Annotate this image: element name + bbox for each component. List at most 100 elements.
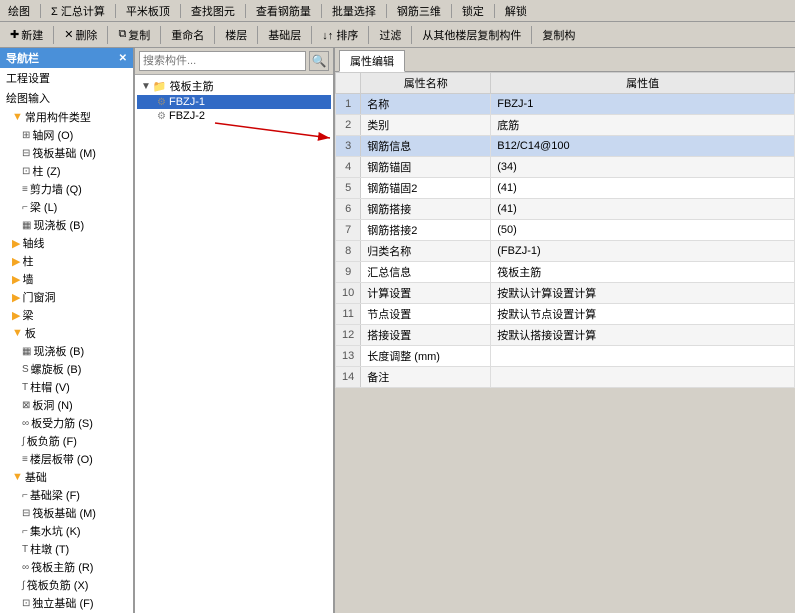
- new-icon: ✚: [10, 28, 19, 41]
- btn-new[interactable]: ✚ 新建: [4, 25, 49, 45]
- nav-category-foundation[interactable]: ▼ 基础: [0, 468, 133, 486]
- column-icon: ⊡: [22, 166, 30, 177]
- toolbar-flat-top[interactable]: 平米板顶: [122, 2, 174, 20]
- table-row[interactable]: 10计算设置按默认计算设置计算: [336, 283, 795, 304]
- tree-node-fbzj2[interactable]: ⚙ FBZJ-2: [137, 109, 331, 123]
- table-row[interactable]: 1名称FBZJ-1: [336, 94, 795, 115]
- second-toolbar: ✚ 新建 ✕ 删除 ⧉ 复制 重命名 楼层 基础层 ↓↑ 排序 过滤 从其他楼层…: [0, 22, 795, 48]
- row-num-cell: 1: [336, 94, 361, 115]
- tree-node-fbzj1[interactable]: ⚙ FBZJ-1: [137, 95, 331, 109]
- nav-category-common[interactable]: ▼ 常用构件类型: [0, 108, 133, 126]
- table-row[interactable]: 4钢筋锚固(34): [336, 157, 795, 178]
- table-row[interactable]: 2类别底筋: [336, 115, 795, 136]
- nav-item-cast-slab[interactable]: ▦ 现浇板 (B): [0, 342, 133, 360]
- table-row[interactable]: 9汇总信息筏板主筋: [336, 262, 795, 283]
- nav-section-drawing[interactable]: 绘图输入: [0, 88, 133, 108]
- prop-value-cell[interactable]: (FBZJ-1): [491, 241, 795, 262]
- tab-property-edit[interactable]: 属性编辑: [339, 50, 405, 72]
- row-num-cell: 2: [336, 115, 361, 136]
- comp-icon-1: ⚙: [157, 97, 166, 108]
- btn-delete[interactable]: ✕ 删除: [58, 25, 103, 45]
- btn-filter[interactable]: 过滤: [373, 25, 407, 45]
- prop-value-cell[interactable]: [491, 367, 795, 388]
- nav-item-cap[interactable]: T 柱帽 (V): [0, 378, 133, 396]
- prop-value-cell[interactable]: (41): [491, 178, 795, 199]
- btn-sort[interactable]: ↓↑ 排序: [316, 25, 364, 45]
- prop-value-cell[interactable]: 底筋: [491, 115, 795, 136]
- cast-slab-icon: ▦: [22, 346, 31, 357]
- toolbar-drawing[interactable]: 绘图: [4, 2, 34, 20]
- nav-item-floor-band[interactable]: ≡ 楼层板带 (O): [0, 450, 133, 468]
- table-row[interactable]: 14备注: [336, 367, 795, 388]
- nav-item-isolated-found[interactable]: ⊡ 独立基础 (F): [0, 594, 133, 612]
- middle-toolbar: 🔍: [135, 48, 333, 75]
- nav-category-beam2[interactable]: ▶ 梁: [0, 306, 133, 324]
- toolbar-calc[interactable]: Σ 汇总计算: [47, 2, 109, 20]
- tree-node-label-2: FBZJ-2: [169, 110, 205, 122]
- toolbar-rebar-3d[interactable]: 钢筋三维: [393, 2, 445, 20]
- row-num-cell: 12: [336, 325, 361, 346]
- nav-item-raft-found[interactable]: ⊟ 筏板基础 (M): [0, 504, 133, 522]
- table-row[interactable]: 3钢筋信息B12/C14@100: [336, 136, 795, 157]
- prop-value-cell[interactable]: 按默认计算设置计算: [491, 283, 795, 304]
- prop-value-cell[interactable]: 按默认节点设置计算: [491, 304, 795, 325]
- table-row[interactable]: 11节点设置按默认节点设置计算: [336, 304, 795, 325]
- prop-value-cell[interactable]: 筏板主筋: [491, 262, 795, 283]
- btn-copy[interactable]: ⧉ 复制: [112, 25, 156, 45]
- table-row[interactable]: 7钢筋搭接2(50): [336, 220, 795, 241]
- nav-item-raft[interactable]: ⊟ 筏板基础 (M): [0, 144, 133, 162]
- nav-item-slab-hole[interactable]: ⊠ 板洞 (N): [0, 396, 133, 414]
- row-num-cell: 5: [336, 178, 361, 199]
- btn-base-floor[interactable]: 基础层: [262, 25, 307, 45]
- prop-value-cell[interactable]: B12/C14@100: [491, 136, 795, 157]
- nav-item-beam[interactable]: ⌐ 梁 (L): [0, 198, 133, 216]
- btn-floor[interactable]: 楼层: [219, 25, 253, 45]
- found-beam-icon: ⌐: [22, 490, 28, 501]
- wall-folder-icon: ▶: [12, 273, 20, 286]
- nav-category-plate[interactable]: ▼ 板: [0, 324, 133, 342]
- nav-category-door[interactable]: ▶ 门窗洞: [0, 288, 133, 306]
- table-row[interactable]: 8归类名称(FBZJ-1): [336, 241, 795, 262]
- nav-item-found-beam[interactable]: ⌐ 基础梁 (F): [0, 486, 133, 504]
- nav-close-btn[interactable]: ✕: [119, 53, 127, 64]
- prop-value-cell[interactable]: (41): [491, 199, 795, 220]
- nav-item-slab-rebar[interactable]: ∞ 板受力筋 (S): [0, 414, 133, 432]
- toolbar-batch-select[interactable]: 批量选择: [328, 2, 380, 20]
- nav-item-sump[interactable]: ⌐ 集水坑 (K): [0, 522, 133, 540]
- nav-category-column2[interactable]: ▶ 柱: [0, 252, 133, 270]
- nav-item-slab[interactable]: ▦ 现浇板 (B): [0, 216, 133, 234]
- prop-value-cell[interactable]: FBZJ-1: [491, 94, 795, 115]
- btn-copy-from-other[interactable]: 从其他楼层复制构件: [416, 25, 527, 45]
- nav-item-spiral-slab[interactable]: S 螺旋板 (B): [0, 360, 133, 378]
- nav-item-shear-wall[interactable]: ≡ 剪力墙 (Q): [0, 180, 133, 198]
- toolbar-rebar[interactable]: 查看钢筋量: [252, 2, 315, 20]
- prop-value-cell[interactable]: (50): [491, 220, 795, 241]
- btn-copy-component[interactable]: 复制构: [536, 25, 581, 45]
- toolbar-unlock[interactable]: 解锁: [501, 2, 531, 20]
- toolbar-lock[interactable]: 锁定: [458, 2, 488, 20]
- nav-category-axis[interactable]: ▶ 轴线: [0, 234, 133, 252]
- nav-item-column-pier[interactable]: T 柱墩 (T): [0, 540, 133, 558]
- toolbar-find[interactable]: 查找图元: [187, 2, 239, 20]
- prop-value-cell[interactable]: 按默认搭接设置计算: [491, 325, 795, 346]
- nav-item-raft-neg-rebar[interactable]: ∫ 筏板负筋 (X): [0, 576, 133, 594]
- nav-item-axis[interactable]: ⊞ 轴网 (O): [0, 126, 133, 144]
- nav-item-column[interactable]: ⊡ 柱 (Z): [0, 162, 133, 180]
- search-button[interactable]: 🔍: [309, 51, 329, 71]
- search-input[interactable]: [139, 51, 306, 71]
- nav-category-wall[interactable]: ▶ 墙: [0, 270, 133, 288]
- nav-section-project[interactable]: 工程设置: [0, 68, 133, 88]
- nav-item-neg-rebar[interactable]: ∫ 板负筋 (F): [0, 432, 133, 450]
- prop-value-cell[interactable]: (34): [491, 157, 795, 178]
- tree-root-node[interactable]: ▼ 📁 筏板主筋: [137, 77, 331, 95]
- table-row[interactable]: 6钢筋搭接(41): [336, 199, 795, 220]
- tb2-sep6: [311, 26, 312, 44]
- nav-item-raft-main-rebar[interactable]: ∞ 筏板主筋 (R): [0, 558, 133, 576]
- table-row[interactable]: 13长度调整 (mm): [336, 346, 795, 367]
- col-header-num: [336, 73, 361, 94]
- table-row[interactable]: 12搭接设置按默认搭接设置计算: [336, 325, 795, 346]
- table-row[interactable]: 5钢筋锚固2(41): [336, 178, 795, 199]
- row-num-cell: 9: [336, 262, 361, 283]
- prop-value-cell[interactable]: [491, 346, 795, 367]
- btn-rename[interactable]: 重命名: [165, 25, 210, 45]
